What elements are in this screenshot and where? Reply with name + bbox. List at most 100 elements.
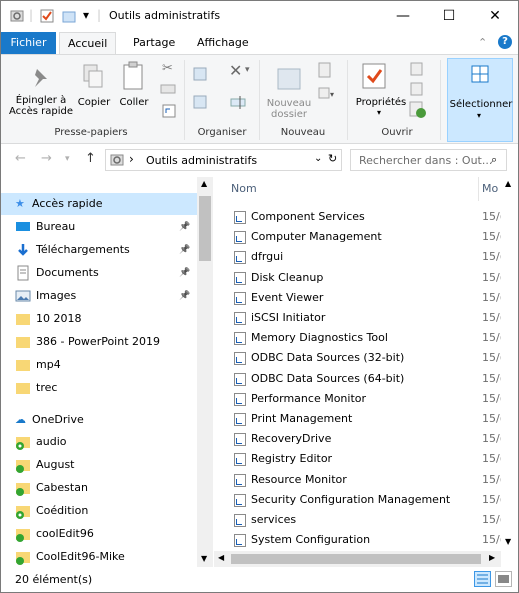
address-dropdown-icon[interactable]: ⌄ [314,153,322,164]
details-view-button[interactable] [474,571,491,587]
nav-item[interactable]: Documents 📌 [1,262,197,284]
file-row[interactable]: Registry Editor 15/( [214,449,518,469]
nav-scroll-down-icon[interactable]: ▼ [201,554,207,563]
new-item-icon[interactable] [316,61,334,79]
new-folder-button[interactable]: Nouveau dossier [265,98,313,120]
file-row[interactable]: Component Services 15/( [214,207,518,227]
paste-button[interactable]: Coller [117,97,151,108]
file-row[interactable]: ODBC Data Sources (64-bit) 15/( [214,369,518,389]
breadcrumb-path[interactable]: Outils administratifs [146,154,257,167]
column-header-name[interactable]: Nom [231,177,257,201]
breadcrumb-chevron-icon[interactable]: › [129,152,134,166]
back-icon[interactable]: ← [15,151,26,166]
large-icons-view-button[interactable] [495,571,512,587]
paste-shortcut-icon[interactable] [161,103,177,119]
nav-item[interactable]: Bureau 📌 [1,216,197,238]
shared-folder-icon [16,506,30,519]
select-group[interactable]: Sélectionner ▾ [447,58,513,142]
copy-button[interactable]: Copier [75,97,113,108]
cut-icon[interactable]: ✂ [162,61,173,76]
pin-quick-access-button[interactable]: Épingler à Accès rapide [5,95,77,117]
nav-scroll-up-icon[interactable]: ▲ [201,179,207,188]
select-button[interactable]: Sélectionner [448,99,514,110]
file-row[interactable]: Resource Monitor 15/( [214,470,518,490]
file-row[interactable]: Print Management 15/( [214,409,518,429]
forward-icon[interactable]: → [41,151,52,166]
maximize-button[interactable]: ☐ [426,1,472,31]
horizontal-scroll-thumb[interactable] [231,554,481,564]
nav-item[interactable]: trec [1,377,197,399]
nav-item[interactable]: 10 2018 [1,308,197,330]
nav-onedrive-item[interactable]: Coédition [1,500,197,522]
synced-folder-icon [16,529,30,542]
file-row[interactable]: Event Viewer 15/( [214,288,518,308]
nav-item[interactable]: Téléchargements 📌 [1,239,197,261]
delete-icon[interactable]: ✕ [229,61,242,80]
search-input[interactable]: Rechercher dans : Out... [359,154,492,167]
collapse-ribbon-icon[interactable]: ⌃ [478,36,487,49]
tab-accueil[interactable]: Accueil [59,32,117,55]
ribbon-separator-1 [184,60,185,140]
help-icon[interactable]: ? [498,35,512,49]
file-row[interactable]: Disk Cleanup 15/( [214,268,518,288]
qa-separator-2: | [97,8,102,22]
open-icon[interactable] [409,61,429,77]
scroll-left-icon[interactable]: ◀ [218,553,224,562]
nav-item[interactable]: 386 - PowerPoint 2019 [1,331,197,353]
nav-scroll-thumb[interactable] [199,196,211,261]
file-scroll-down-icon[interactable]: ▼ [505,537,511,546]
file-row[interactable]: iSCSI Initiator 15/( [214,308,518,328]
tab-fichier[interactable]: Fichier [1,32,56,54]
nav-item[interactable]: mp4 [1,354,197,376]
delete-dropdown-icon[interactable]: ▾ [245,65,250,75]
file-scroll-up-icon[interactable]: ▲ [505,179,511,188]
file-row[interactable]: System Configuration 15/( [214,530,518,550]
search-box[interactable]: Rechercher dans : Out... ⌕ [350,149,507,171]
tab-affichage[interactable]: Affichage [189,32,257,54]
up-icon[interactable]: ↑ [85,151,96,166]
properties-button[interactable]: Propriétés [353,97,409,108]
nav-quick-access[interactable]: ★ Accès rapide [1,193,197,215]
file-row[interactable]: Performance Monitor 15/( [214,389,518,409]
history-icon[interactable] [409,101,429,119]
copy-path-icon[interactable] [160,83,176,95]
file-name: RecoveryDrive [251,432,332,446]
nav-onedrive-item[interactable]: August [1,454,197,476]
shortcut-icon [234,271,246,285]
rename-icon[interactable] [229,93,247,111]
easy-access-icon[interactable]: ▾ [316,85,336,101]
nav-item[interactable]: Images 📌 [1,285,197,307]
file-scrollbar[interactable]: ▲ ▼ [501,177,518,551]
nav-onedrive-item[interactable]: audio [1,431,197,453]
column-header-date[interactable]: Mo [482,177,498,201]
nav-onedrive[interactable]: ☁ OneDrive [1,409,197,431]
new-folder-quick-icon[interactable] [61,8,77,24]
tab-partage[interactable]: Partage [125,32,183,54]
group-new-label: Nouveau [280,127,326,138]
edit-icon[interactable] [409,81,429,97]
location-icon [110,154,124,166]
customize-quick-access-icon[interactable]: ▾ [83,8,89,22]
close-button[interactable]: ✕ [472,1,518,31]
address-bar[interactable]: › Outils administratifs ⌄ ↻ [105,149,342,171]
minimize-button[interactable]: — [380,1,426,31]
scroll-right-icon[interactable]: ▶ [489,553,495,562]
copy-to-icon[interactable] [192,93,210,111]
recent-locations-icon[interactable]: ▾ [65,154,70,164]
nav-onedrive-item[interactable]: coolEdit96 [1,523,197,545]
nav-onedrive-item[interactable]: Cabestan [1,477,197,499]
file-row[interactable]: ODBC Data Sources (32-bit) 15/( [214,348,518,368]
file-row[interactable]: RecoveryDrive 15/( [214,429,518,449]
properties-dropdown-icon[interactable]: ▾ [377,108,381,117]
file-row[interactable]: dfrgui 15/( [214,247,518,267]
select-dropdown-icon[interactable]: ▾ [477,111,481,120]
file-row[interactable]: Computer Management 15/( [214,227,518,247]
file-row[interactable]: services 15/( [214,510,518,530]
nav-onedrive-item[interactable]: CoolEdit96-Mike [1,546,197,567]
properties-quick-icon[interactable] [39,8,55,24]
file-name: Security Configuration Management [251,492,451,506]
move-to-icon[interactable] [192,65,210,83]
file-row[interactable]: Security Configuration Management 15/( [214,490,518,510]
file-row[interactable]: Memory Diagnostics Tool 15/( [214,328,518,348]
refresh-icon[interactable]: ↻ [328,152,337,165]
